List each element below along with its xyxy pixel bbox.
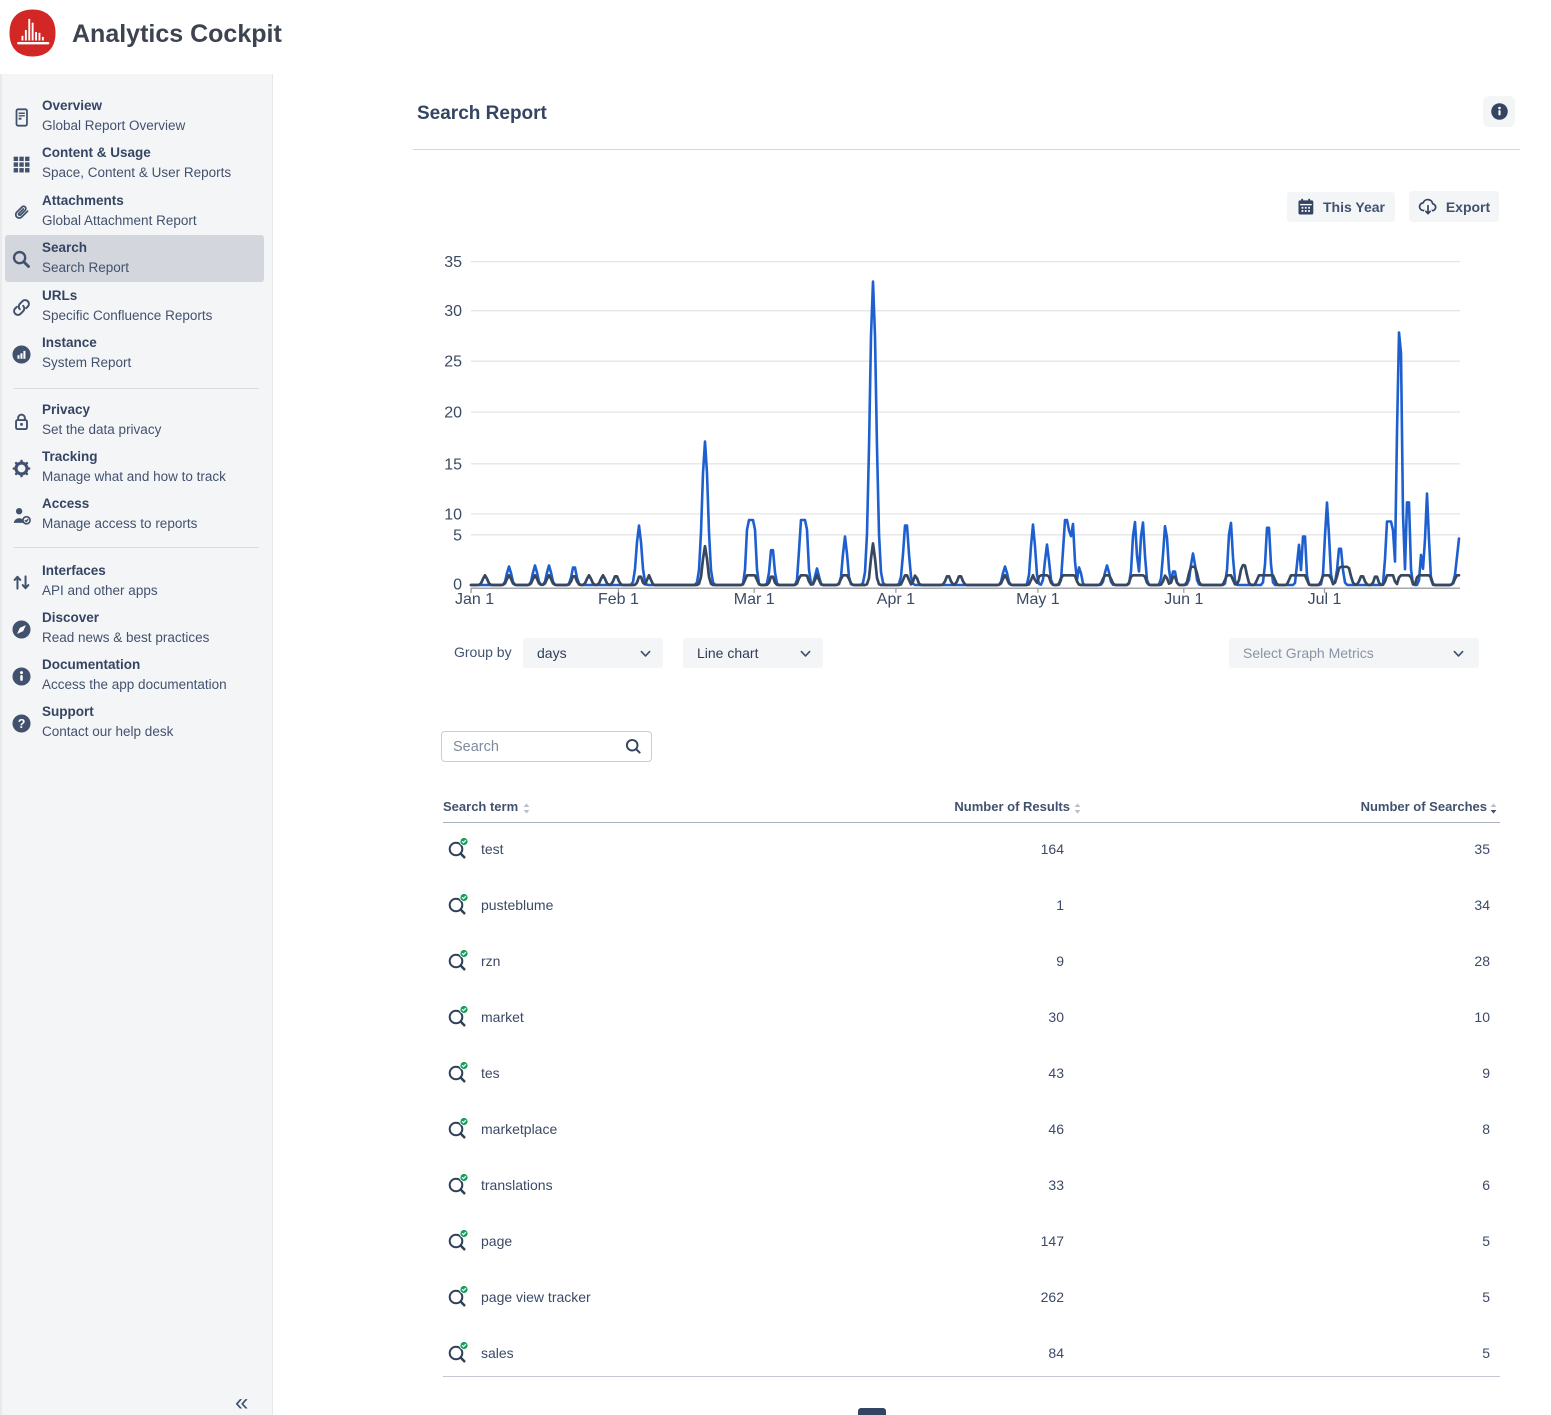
svg-text:30: 30	[444, 303, 462, 320]
svg-text:Apr 1: Apr 1	[877, 591, 915, 608]
svg-text:Feb 1: Feb 1	[598, 591, 639, 608]
svg-text:Jun 1: Jun 1	[1164, 591, 1203, 608]
svg-text:?: ?	[18, 717, 26, 731]
svg-text:25: 25	[444, 354, 462, 371]
svg-text:May 1: May 1	[1016, 591, 1060, 608]
svg-text:5: 5	[453, 527, 462, 544]
svg-text:Jul 1: Jul 1	[1308, 591, 1342, 608]
svg-text:10: 10	[444, 506, 462, 523]
svg-text:0: 0	[453, 577, 462, 594]
svg-text:15: 15	[444, 456, 462, 473]
svg-text:20: 20	[444, 405, 462, 422]
svg-text:35: 35	[444, 254, 462, 271]
svg-text:Mar 1: Mar 1	[734, 591, 775, 608]
